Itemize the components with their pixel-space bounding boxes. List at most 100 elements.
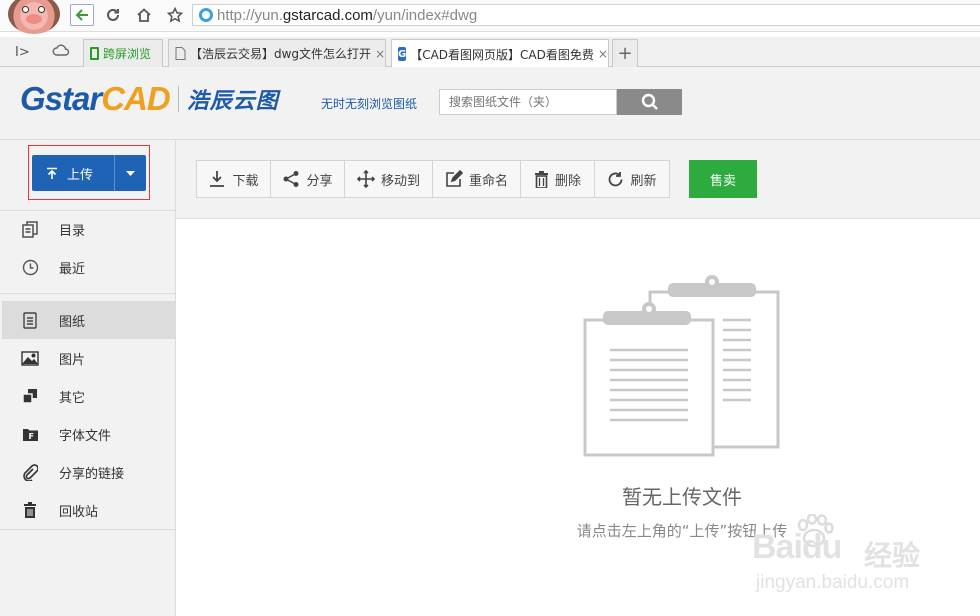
sidebar: 上传 目录 最近 图纸 图片 其它 F 字体文件 分享的链接 回收站 [0,140,176,616]
phone-icon [90,47,99,60]
url-prefix: http://yun. [217,6,283,24]
logo-gstar: Gstar [20,80,102,117]
file-toolbar: 下载 分享 移动到 重命名 删除 刷新 售卖 [176,140,980,219]
file-action-group: 下载 分享 移动到 重命名 删除 刷新 [196,160,670,198]
sidebar-item-shared-links[interactable]: 分享的链接 [2,453,175,491]
font-file-icon: F [20,424,40,444]
page-icon [175,47,186,60]
tab-immersive-browse[interactable]: 跨屏浏览 [83,39,163,67]
trash-icon [534,170,548,188]
watermark-logo: Baidu [752,528,842,566]
refresh-icon [609,171,623,186]
image-icon [20,348,40,368]
refresh-button[interactable]: 刷新 [595,161,669,197]
sidebar-item-label: 图片 [59,352,86,368]
sidebar-toggle-icon[interactable]: I> [15,45,30,60]
paperclip-icon [20,462,40,482]
avatar-snout [26,14,42,24]
sidebar-item-label: 其它 [59,390,86,406]
globe-icon [199,8,213,22]
download-label: 下载 [232,173,259,189]
rename-label: 重命名 [468,173,508,189]
browser-toolbar: http://yun. gstarcad.com/yun/index#dwg [0,0,980,34]
upload-label: 上传 [67,167,94,183]
edit-icon [446,170,463,187]
back-button[interactable] [70,4,94,26]
sidebar-item-label: 字体文件 [59,428,112,444]
star-icon [167,7,183,23]
move-to-label: 移动到 [380,173,420,189]
tab-label: 【浩辰云交易】dwg文件怎么打开 [190,47,372,61]
move-icon [356,170,375,188]
refresh-label: 刷新 [630,173,657,189]
tab-strip: I> 跨屏浏览 【浩辰云交易】dwg文件怎么打开 × G 【CAD看图网页版】C… [0,37,980,68]
sidebar-divider [0,529,175,530]
copy-icon [20,219,40,239]
sidebar-item-drawings[interactable]: 图纸 [2,301,175,339]
gstar-favicon-icon: G [398,47,407,61]
empty-title: 暂无上传文件 [622,485,742,509]
user-avatar[interactable] [8,0,60,34]
sell-button[interactable]: 售卖 [689,160,757,198]
logo-divider [177,86,179,112]
sidebar-item-label: 图纸 [59,314,86,330]
upload-highlight: 上传 [28,145,150,200]
empty-clipboard-illustration [583,275,780,457]
url-path: /yun/index#dwg [372,6,478,24]
sidebar-item-label: 最近 [59,261,86,277]
upload-main[interactable]: 上传 [32,155,115,191]
search-input[interactable] [439,89,617,115]
logo-cad: CAD [101,80,170,117]
baidu-jingyan-watermark: Baidu 经验 jingyan.baidu.com [752,512,972,608]
watermark-domain: jingyan.baidu.com [756,572,910,593]
avatar-eye [22,6,29,13]
delete-button[interactable]: 删除 [521,161,595,197]
clock-icon [20,257,40,277]
download-icon [210,171,225,187]
sidebar-item-recycle-bin[interactable]: 回收站 [2,491,175,529]
avatar-eye [38,6,45,13]
tab-dwg-article[interactable]: 【浩辰云交易】dwg文件怎么打开 × [168,39,386,67]
caret-down-icon [126,170,135,176]
new-tab-button[interactable]: + [612,39,638,67]
url-host: gstarcad.com [282,6,373,24]
tab-close-icon[interactable]: × [375,47,385,61]
logo-cloud-name: 浩辰云图 [186,89,279,114]
stack-icon [20,386,40,406]
cloud-icon[interactable] [52,42,70,62]
search-icon [641,93,658,110]
gstarcad-logo[interactable]: Gstar CAD 浩辰云图 [20,80,279,117]
address-bar[interactable]: http://yun. gstarcad.com/yun/index#dwg [192,4,980,26]
upload-icon [47,167,57,179]
home-icon [137,8,151,22]
favorite-button[interactable] [163,4,187,26]
document-icon [20,310,40,330]
reload-icon [107,8,119,21]
watermark-brand: 经验 [864,539,921,572]
sidebar-item-fonts[interactable]: F 字体文件 [2,415,175,453]
tab-close-icon[interactable]: × [598,47,608,61]
share-button[interactable]: 分享 [271,161,345,197]
home-button[interactable] [132,4,156,26]
sidebar-item-images[interactable]: 图片 [2,339,175,377]
rename-button[interactable]: 重命名 [433,161,521,197]
sidebar-item-catalog[interactable]: 目录 [2,210,175,248]
search-button[interactable] [617,89,682,115]
move-to-button[interactable]: 移动到 [345,161,433,197]
upload-dropdown[interactable] [115,170,146,176]
sidebar-item-label: 目录 [59,223,86,239]
upload-button[interactable]: 上传 [32,155,146,191]
sidebar-item-others[interactable]: 其它 [2,377,175,415]
tab-cad-viewer[interactable]: G 【CAD看图网页版】CAD看图免费 × [391,39,609,68]
tab-label: 【CAD看图网页版】CAD看图免费 [410,47,594,62]
svg-text:F: F [28,432,33,441]
arrow-left-icon [75,9,88,21]
app-header: Gstar CAD 浩辰云图 无时无刻浏览图纸 [0,67,980,140]
slogan: 无时无刻浏览图纸 [321,97,418,111]
reload-button[interactable] [101,4,125,26]
sidebar-item-recent[interactable]: 最近 [2,248,175,286]
sidebar-item-label: 回收站 [59,504,99,520]
sidebar-divider [0,293,175,294]
sidebar-item-label: 分享的链接 [59,466,125,482]
download-button[interactable]: 下载 [197,161,271,197]
